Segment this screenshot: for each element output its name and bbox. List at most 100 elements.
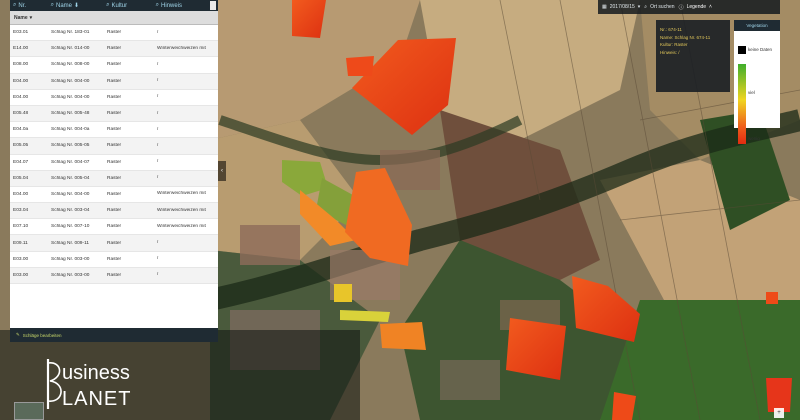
legend-low-label: wenig	[748, 136, 760, 141]
cell-id: E07.10	[13, 224, 29, 230]
cell-crop: Raster	[107, 78, 122, 84]
chevron-left-icon: ‹	[221, 168, 223, 174]
cell-name: Schlag Nr. 007-10	[51, 224, 90, 230]
column-header-name[interactable]: ⌕ Name ⬇	[48, 2, 103, 9]
table-row[interactable]: E03.00 Schlag Nr. 003-00 Raster /	[10, 267, 218, 284]
table-row[interactable]: E04.00 Schlag Nr. 004-00 Raster /	[10, 90, 218, 106]
info-icon: ⓘ	[678, 4, 684, 11]
cell-note: /	[157, 61, 159, 67]
search-icon: ⌕	[106, 2, 110, 8]
cell-name: Schlag Nr. 183-01	[51, 30, 90, 36]
table-row[interactable]: E05.04 Schlag Nr. 005-04 Raster /	[10, 170, 218, 187]
cell-name: Schlag Nr. 005-05	[51, 143, 90, 149]
brand-line2: LANET	[62, 388, 131, 410]
vegetation-gradient	[738, 64, 746, 144]
cell-id: E04.00	[13, 94, 29, 100]
date-picker[interactable]: ▦ 2017/08/15 ▾	[602, 4, 640, 10]
no-data-label: keine Daten	[748, 47, 773, 52]
cell-crop: Raster	[107, 30, 122, 36]
scroll-up-button[interactable]	[210, 1, 216, 10]
cell-note: Winterweichweizen mit	[157, 191, 206, 197]
field-top-left[interactable]	[292, 0, 326, 38]
field-info-popup: Nr.: 674-11 Name: Schlag Nr. 674-11 Kult…	[656, 20, 730, 92]
sort-desc-icon: ⬇	[74, 3, 80, 9]
field-yellow-2[interactable]	[340, 310, 390, 322]
info-note: Hinweis: /	[660, 49, 680, 55]
cell-name: Schlag Nr. 004-0a	[51, 127, 90, 133]
table-row[interactable]: E04.00 Schlag Nr. 004-00 Raster Winterweich…	[10, 187, 218, 204]
brand-line1: usiness	[62, 362, 130, 384]
cell-crop: Raster	[107, 111, 122, 117]
group-row[interactable]: Name ▾	[10, 11, 218, 25]
location-search[interactable]: ⌕ Ort suchen	[644, 4, 674, 10]
column-header-note[interactable]: ⌕ Hinweis	[153, 2, 210, 9]
panel-footer[interactable]: ✎ Schläge bearbeiten	[10, 328, 218, 342]
cell-crop: Raster	[107, 143, 122, 149]
cell-note: Winterweichweizen mit	[157, 45, 206, 51]
cell-crop: Raster	[107, 191, 122, 197]
cell-id: E04.00	[13, 191, 29, 197]
legend-toggle[interactable]: ⓘ Legende ˄	[679, 4, 712, 11]
collapse-panel-button[interactable]: ‹	[218, 161, 226, 181]
cell-note: /	[157, 272, 159, 278]
legend-high-label: viel	[748, 90, 755, 95]
search-icon: ⌕	[155, 2, 159, 8]
business-planet-logo: usiness LANET	[46, 359, 131, 410]
field-yellow[interactable]	[334, 284, 352, 302]
table-row[interactable]: E05.48 Schlag Nr. 005-48 Raster /	[10, 105, 218, 123]
cell-note: /	[157, 159, 159, 165]
cell-id: E03.04	[13, 208, 29, 214]
cell-name: Schlag Nr. 004-00	[51, 94, 90, 100]
chevron-up-icon: ˄	[709, 4, 712, 10]
cell-name: Schlag Nr. 005-04	[51, 175, 90, 181]
cell-crop: Raster	[107, 175, 122, 181]
search-icon: ⌕	[644, 4, 648, 10]
column-header-id[interactable]: ⌕ Nr.	[10, 2, 48, 9]
info-crop: Kultur: Raster	[660, 42, 688, 47]
column-header-crop[interactable]: ⌕ Kultur	[103, 2, 153, 9]
cell-name: Schlag Nr. 014-00	[51, 46, 90, 52]
table-header: ⌕ Nr. ⌕ Name ⬇ ⌕ Kultur ⌕ Hinweis	[10, 0, 218, 11]
table-row[interactable]: E03.04 Schlag Nr. 003-04 Raster Winterweich…	[10, 203, 218, 220]
cell-id: E05.05	[13, 143, 29, 149]
cell-name: Schlag Nr. 009-11	[51, 240, 90, 246]
field-orange-mid[interactable]	[380, 322, 426, 350]
table-row[interactable]: E04.00 Schlag Nr. 004-00 Raster /	[10, 73, 218, 90]
info-id: Nr.: 674-11	[660, 27, 682, 32]
table-row[interactable]: E03.01 Schlag Nr. 183-01 Raster /	[10, 25, 218, 42]
calendar-icon: ▦	[602, 4, 607, 10]
table-row[interactable]: E03.00 Schlag Nr. 003-00 Raster /	[10, 252, 218, 268]
table-row[interactable]: E08.00 Schlag Nr. 008-00 Raster /	[10, 57, 218, 74]
cell-name: Schlag Nr. 003-00	[51, 256, 90, 262]
cell-id: E05.48	[13, 111, 29, 117]
field-table-panel: ⌕ Nr. ⌕ Name ⬇ ⌕ Kultur ⌕ Hinweis Name ▾…	[10, 0, 218, 342]
field-small-orange[interactable]	[346, 56, 374, 76]
map-toolbar: ▦ 2017/08/15 ▾ ⌕ Ort suchen ⓘ Legende ˄	[598, 0, 780, 14]
cell-note: /	[157, 78, 159, 84]
cell-crop: Raster	[107, 240, 122, 246]
minimap[interactable]	[14, 402, 44, 420]
table-row[interactable]: E04.07 Schlag Nr. 004-07 Raster /	[10, 155, 218, 171]
field-red-bottom[interactable]	[612, 392, 636, 420]
table-row[interactable]: E05.05 Schlag Nr. 005-05 Raster /	[10, 138, 218, 155]
cell-name: Schlag Nr. 004-07	[51, 159, 90, 165]
table-row[interactable]: E09.11 Schlag Nr. 009-11 Raster /	[10, 235, 218, 252]
cell-id: E04.0a	[13, 127, 29, 133]
field-red-lower[interactable]	[506, 318, 566, 380]
cell-id: E08.00	[13, 62, 29, 68]
table-row[interactable]: E04.0a Schlag Nr. 004-0a Raster /	[10, 122, 218, 139]
table-row[interactable]: E14.00 Schlag Nr. 014-00 Raster Winterweich…	[10, 41, 218, 58]
cell-note: /	[157, 175, 159, 181]
field-red-top-right[interactable]	[766, 292, 778, 304]
table-row[interactable]: E07.10 Schlag Nr. 007-10 Raster Winterweich…	[10, 219, 218, 236]
chevron-down-icon: ▾	[637, 4, 641, 10]
table-body: E03.01 Schlag Nr. 183-01 Raster / E14.00 Schl…	[10, 25, 218, 284]
field-red-far-right[interactable]	[766, 378, 792, 412]
cell-note: /	[157, 240, 159, 246]
cell-name: Schlag Nr. 003-04	[51, 208, 90, 214]
cell-crop: Raster	[107, 127, 122, 133]
cell-note: /	[157, 126, 159, 132]
search-icon: ⌕	[50, 2, 55, 8]
no-data-swatch	[738, 46, 746, 54]
zoom-button[interactable]: +	[774, 408, 784, 418]
